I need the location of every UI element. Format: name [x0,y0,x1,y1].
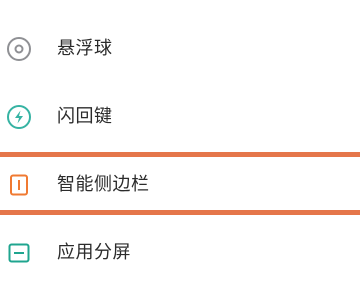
smart-sidebar-icon [6,172,32,198]
menu-item-smart-sidebar[interactable]: 智能侧边栏 [0,157,360,213]
flashback-key-icon [6,104,32,130]
menu-item-flashback-key[interactable]: 闪回键 [0,89,360,145]
menu-item-floating-ball[interactable]: 悬浮球 [0,21,360,77]
floating-ball-icon [6,36,32,62]
menu-item-label: 应用分屏 [57,242,131,263]
menu-item-label: 闪回键 [57,106,113,127]
menu-item-label: 悬浮球 [57,38,113,59]
settings-menu-list: 悬浮球 闪回键 智能侧边栏 应用分屏 [0,0,360,270]
menu-item-split-screen[interactable]: 应用分屏 [0,225,360,281]
menu-item-label: 智能侧边栏 [57,174,150,195]
split-screen-icon [6,240,32,266]
selection-highlight-bottom [0,210,360,215]
